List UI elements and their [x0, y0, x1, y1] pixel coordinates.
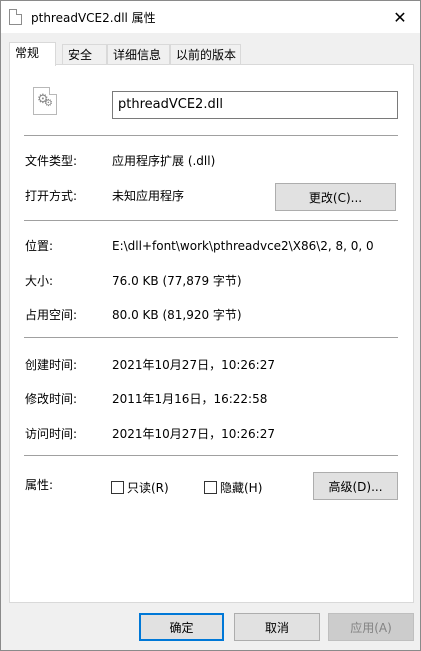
general-panel: ⚙ ⚙ pthreadVCE2.dll 文件类型: 应用程序扩展 (.dll) …	[9, 64, 414, 603]
attributes-label: 属性:	[25, 478, 54, 492]
advanced-button[interactable]: 高级(D)...	[313, 472, 398, 500]
gear-icon: ⚙	[44, 98, 53, 109]
cancel-button[interactable]: 取消	[234, 613, 320, 641]
window-title: pthreadVCE2.dll 属性	[31, 11, 156, 25]
size-on-disk-value: 80.0 KB (81,920 字节)	[112, 308, 242, 322]
tab-general[interactable]: 常规	[9, 42, 56, 66]
apply-button[interactable]: 应用(A)	[328, 613, 414, 641]
readonly-label: 只读(R)	[127, 481, 169, 495]
file-type-label: 文件类型:	[25, 154, 78, 168]
size-on-disk-label: 占用空间:	[25, 308, 78, 322]
separator	[24, 455, 398, 456]
separator	[24, 220, 398, 221]
hidden-checkbox[interactable]: 隐藏(H)	[204, 479, 262, 496]
hidden-label: 隐藏(H)	[220, 481, 263, 495]
size-label: 大小:	[25, 274, 54, 288]
dll-file-icon: ⚙ ⚙	[33, 87, 57, 115]
checkbox-box[interactable]	[204, 481, 217, 494]
ok-button[interactable]: 确定	[139, 613, 224, 641]
change-button[interactable]: 更改(C)...	[275, 183, 396, 211]
size-value: 76.0 KB (77,879 字节)	[112, 274, 242, 288]
modified-value: 2011年1月16日，16:22:58	[112, 392, 268, 406]
separator	[24, 337, 398, 338]
title-bar[interactable]: pthreadVCE2.dll 属性 ✕	[1, 1, 420, 33]
close-icon: ✕	[393, 7, 407, 27]
created-value: 2021年10月27日，10:26:27	[112, 358, 275, 372]
file-type-value: 应用程序扩展 (.dll)	[112, 154, 216, 168]
file-icon	[9, 9, 22, 25]
readonly-checkbox[interactable]: 只读(R)	[111, 479, 169, 496]
tab-details[interactable]: 详细信息	[107, 44, 170, 66]
opens-with-label: 打开方式:	[25, 189, 78, 203]
opens-with-value: 未知应用程序	[112, 189, 185, 203]
location-value[interactable]: E:\dll+font\work\pthreadvce2\X86\2, 8, 0…	[112, 238, 374, 254]
location-label: 位置:	[25, 239, 54, 253]
tab-security[interactable]: 安全	[62, 44, 107, 66]
separator	[24, 135, 398, 136]
tab-strip: 常规 安全 详细信息 以前的版本	[9, 42, 414, 66]
close-button[interactable]: ✕	[380, 1, 420, 33]
created-label: 创建时间:	[25, 358, 78, 372]
properties-dialog: pthreadVCE2.dll 属性 ✕ 常规 安全 详细信息 以前的版本 ⚙ …	[0, 0, 421, 651]
file-name-field[interactable]: pthreadVCE2.dll	[112, 91, 398, 119]
tab-previous-versions[interactable]: 以前的版本	[170, 44, 241, 66]
accessed-label: 访问时间:	[25, 427, 78, 441]
accessed-value: 2021年10月27日，10:26:27	[112, 427, 275, 441]
modified-label: 修改时间:	[25, 392, 78, 406]
checkbox-box[interactable]	[111, 481, 124, 494]
